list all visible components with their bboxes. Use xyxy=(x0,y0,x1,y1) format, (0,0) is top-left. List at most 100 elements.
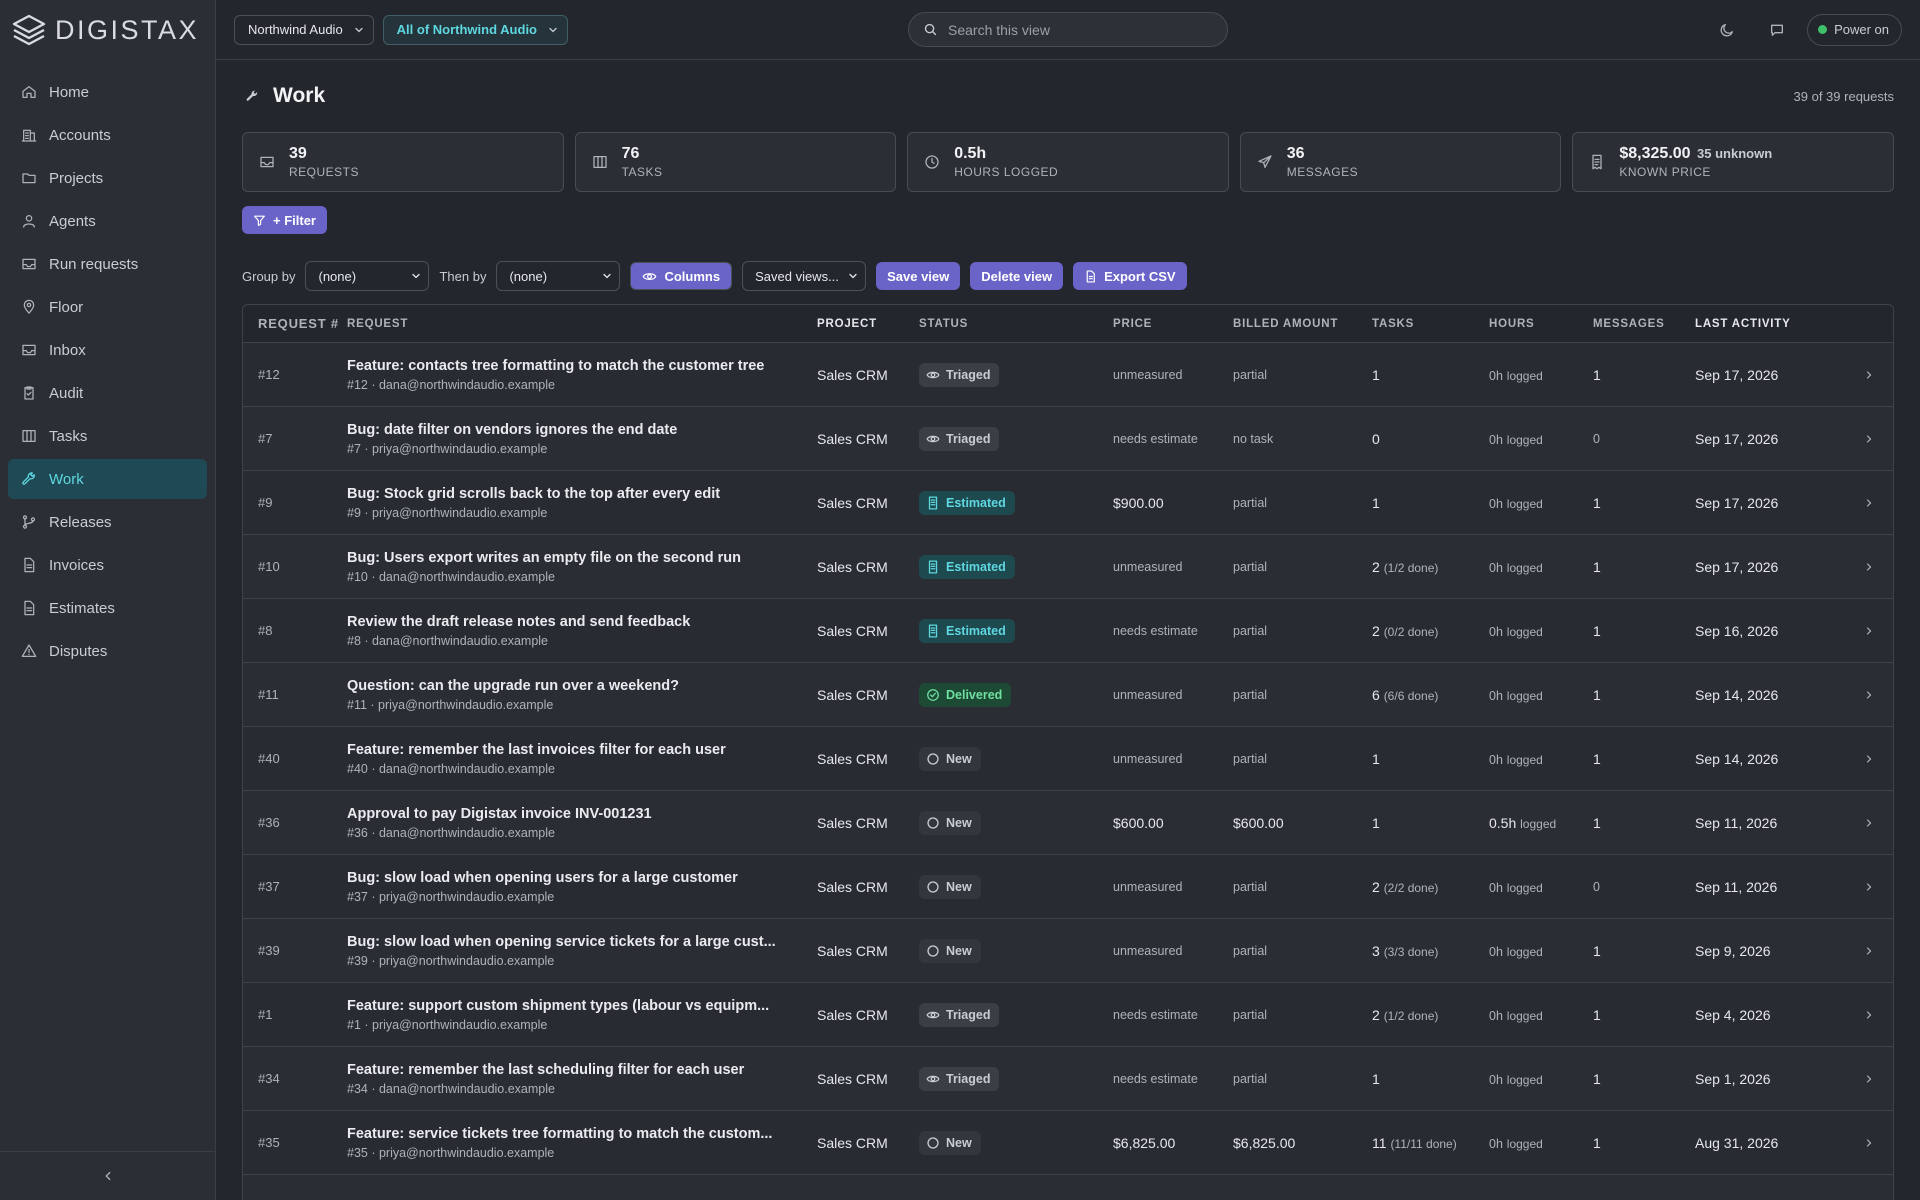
table-row[interactable]: #9 Bug: Stock grid scrolls back to the to… xyxy=(243,471,1893,535)
status-cell: Estimated xyxy=(919,490,1113,515)
status-badge: Triaged xyxy=(919,426,1000,451)
table-row[interactable]: #39 Bug: slow load when opening service t… xyxy=(243,919,1893,983)
request-title[interactable]: Feature: remember the last scheduling fi… xyxy=(347,1062,807,1078)
table-row[interactable]: #12 Feature: contacts tree formatting to … xyxy=(243,343,1893,407)
open-row-button[interactable] xyxy=(1845,689,1893,701)
status-cell: Triaged xyxy=(919,1066,1113,1091)
stat-label: MESSAGES xyxy=(1286,165,1359,179)
request-title[interactable]: Approval to pay Digistax invoice INV-001… xyxy=(347,806,807,822)
col-header-project[interactable]: PROJECT xyxy=(817,318,919,330)
brand-logo[interactable]: DIGISTAX xyxy=(0,0,215,60)
request-meta: #11 · priya@northwindaudio.example xyxy=(347,697,554,712)
sidebar-item-run-requests[interactable]: Run requests xyxy=(8,244,207,284)
table-row[interactable]: #36 Approval to pay Digistax invoice INV-… xyxy=(243,791,1893,855)
then-by-value: (none) xyxy=(509,268,548,284)
stat-card-messages: 36 MESSAGES xyxy=(1239,132,1562,192)
col-header-price[interactable]: PRICE xyxy=(1113,318,1233,330)
org-select[interactable]: Northwind Audio xyxy=(234,14,374,45)
table-row[interactable]: #35 Feature: service tickets tree formatt… xyxy=(243,1111,1893,1175)
request-title[interactable]: Feature: service tickets tree formatting… xyxy=(347,1126,807,1142)
request-cell: Feature: remember the last scheduling fi… xyxy=(347,1062,817,1096)
open-row-button[interactable] xyxy=(1845,753,1893,765)
open-row-button[interactable] xyxy=(1845,625,1893,637)
open-row-button[interactable] xyxy=(1845,945,1893,957)
request-title[interactable]: Feature: support custom shipment types (… xyxy=(347,998,807,1014)
open-row-button[interactable] xyxy=(1845,817,1893,829)
sidebar-item-invoices[interactable]: Invoices xyxy=(8,545,207,585)
request-title[interactable]: Bug: Users export writes an empty file o… xyxy=(347,550,807,566)
table-row[interactable]: #1 Feature: support custom shipment types… xyxy=(243,983,1893,1047)
col-header-request-num[interactable]: REQUEST # xyxy=(243,316,347,331)
col-header-billed-amount[interactable]: BILLED AMOUNT xyxy=(1233,318,1372,330)
open-row-button[interactable] xyxy=(1845,497,1893,509)
messages-button[interactable] xyxy=(1757,14,1797,46)
sidebar-item-tasks[interactable]: Tasks xyxy=(8,416,207,456)
messages-cell: 1 xyxy=(1593,1134,1601,1151)
theme-toggle-button[interactable] xyxy=(1707,14,1747,46)
sidebar-item-agents[interactable]: Agents xyxy=(8,201,207,241)
request-title[interactable]: Bug: slow load when opening users for a … xyxy=(347,870,807,886)
sidebar-item-estimates[interactable]: Estimates xyxy=(8,588,207,628)
hours-cell: 0h logged xyxy=(1489,432,1543,447)
power-toggle[interactable]: Power on xyxy=(1807,13,1902,46)
status-cell: New xyxy=(919,938,1113,963)
open-row-button[interactable] xyxy=(1845,433,1893,445)
delete-view-button[interactable]: Delete view xyxy=(970,262,1064,290)
sidebar-item-home[interactable]: Home xyxy=(8,72,207,112)
sidebar-item-accounts[interactable]: Accounts xyxy=(8,115,207,155)
col-header-status[interactable]: STATUS xyxy=(919,318,1113,330)
open-row-button[interactable] xyxy=(1845,881,1893,893)
open-row-button[interactable] xyxy=(1845,1073,1893,1085)
open-row-button[interactable] xyxy=(1845,561,1893,573)
table-row[interactable]: #40 Feature: remember the last invoices f… xyxy=(243,727,1893,791)
col-header-last-activity[interactable]: LAST ACTIVITY xyxy=(1695,318,1845,330)
saved-views-select[interactable]: Saved views... xyxy=(742,261,867,291)
chevron-right-icon xyxy=(1863,1009,1875,1021)
request-title[interactable]: Review the draft release notes and send … xyxy=(347,614,807,630)
request-title[interactable]: Bug: slow load when opening service tick… xyxy=(347,934,807,950)
request-title[interactable]: Bug: date filter on vendors ignores the … xyxy=(347,422,807,438)
table-row[interactable]: #11 Question: can the upgrade run over a … xyxy=(243,663,1893,727)
collapse-sidebar-button[interactable] xyxy=(0,1151,215,1200)
page-header: Work 39 of 39 requests xyxy=(242,60,1894,132)
col-header-request[interactable]: REQUEST xyxy=(347,318,817,330)
sidebar-item-work[interactable]: Work xyxy=(8,459,207,499)
price-cell: needs estimate xyxy=(1113,431,1198,446)
open-row-button[interactable] xyxy=(1845,1009,1893,1021)
sidebar-item-floor[interactable]: Floor xyxy=(8,287,207,327)
table-row[interactable]: #8 Review the draft release notes and sen… xyxy=(243,599,1893,663)
columns-button[interactable]: Columns xyxy=(630,262,733,290)
sidebar-item-disputes[interactable]: Disputes xyxy=(8,631,207,671)
request-title[interactable]: Question: can the upgrade run over a wee… xyxy=(347,678,807,694)
col-header-messages[interactable]: MESSAGES xyxy=(1593,318,1695,330)
table-row[interactable]: #34 Feature: remember the last scheduling… xyxy=(243,1047,1893,1111)
export-csv-button[interactable]: Export CSV xyxy=(1073,262,1187,290)
request-title[interactable]: Bug: Stock grid scrolls back to the top … xyxy=(347,486,807,502)
sidebar-item-audit[interactable]: Audit xyxy=(8,373,207,413)
sidebar-item-inbox[interactable]: Inbox xyxy=(8,330,207,370)
then-by-select[interactable]: (none) xyxy=(496,261,621,291)
request-title[interactable]: Feature: contacts tree formatting to mat… xyxy=(347,358,807,374)
sidebar-item-projects[interactable]: Projects xyxy=(8,158,207,198)
hours-suffix: logged xyxy=(1506,560,1543,575)
open-row-button[interactable] xyxy=(1845,1137,1893,1149)
open-row-button[interactable] xyxy=(1845,369,1893,381)
table-row[interactable]: Feature: quick-add button on the stock t… xyxy=(243,1175,1893,1200)
add-filter-button[interactable]: + Filter xyxy=(242,206,327,234)
col-header-tasks[interactable]: TASKS xyxy=(1372,318,1489,330)
scope-select[interactable]: All of Northwind Audio xyxy=(382,14,568,45)
search-input[interactable]: Search this view xyxy=(908,12,1228,47)
map-pin-icon xyxy=(21,299,37,315)
request-title[interactable]: Feature: remember the last invoices filt… xyxy=(347,742,807,758)
tasks-cell: 1 xyxy=(1372,814,1380,831)
save-view-button[interactable]: Save view xyxy=(876,262,961,290)
col-header-hours[interactable]: HOURS xyxy=(1489,318,1593,330)
table-row[interactable]: #37 Bug: slow load when opening users for… xyxy=(243,855,1893,919)
price-cell: unmeasured xyxy=(1113,879,1183,894)
request-number: #11 xyxy=(258,687,279,702)
table-row[interactable]: #10 Bug: Users export writes an empty fil… xyxy=(243,535,1893,599)
group-by-select[interactable]: (none) xyxy=(305,261,430,291)
last-activity-cell: Sep 17, 2026 xyxy=(1695,494,1779,511)
table-row[interactable]: #7 Bug: date filter on vendors ignores th… xyxy=(243,407,1893,471)
sidebar-item-releases[interactable]: Releases xyxy=(8,502,207,542)
